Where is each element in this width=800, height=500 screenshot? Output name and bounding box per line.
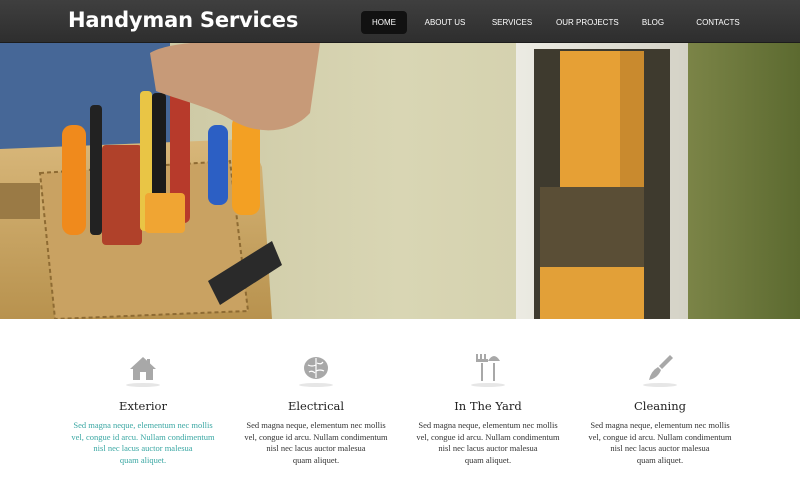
site-header: Handyman Services HOME ABOUT US SERVICES…: [0, 0, 800, 43]
feature-description: Sed magna neque, elementum nec mollis ve…: [580, 420, 740, 466]
nav-about-us[interactable]: ABOUT US: [420, 11, 470, 34]
feature-title: In The Yard: [454, 399, 522, 413]
feature-text-line: vel, congue id arcu. Nullam condimentum: [244, 431, 388, 442]
feature-text-line: vel, congue id arcu. Nullam condimentum: [71, 431, 215, 442]
house-icon: [126, 357, 160, 387]
feature-text-line: quam aliquet.: [119, 454, 167, 465]
feature-text-line: quam aliquet.: [636, 454, 684, 465]
feature-text-line: quam aliquet.: [464, 454, 512, 465]
feature-text-line: Sed magna neque, elementum nec mollis: [590, 420, 730, 430]
hero-image: [0, 43, 800, 319]
features-section: Exterior Sed magna neque, elementum nec …: [0, 319, 800, 500]
nav-our-projects[interactable]: OUR PROJECTS: [556, 11, 619, 34]
feature-text-line: Sed magna neque, elementum nec mollis: [246, 420, 386, 430]
feature-text-line: vel, congue id arcu. Nullam condimentum: [588, 431, 732, 442]
feature-text-line: nisl nec lacus auctor malesua: [266, 443, 366, 453]
feature-description: Sed magna neque, elementum nec mollis ve…: [63, 420, 223, 466]
feature-title: Electrical: [287, 399, 345, 413]
site-logo[interactable]: Handyman Services: [68, 8, 298, 32]
feature-title: Exterior: [119, 399, 167, 413]
paintbrush-icon: [643, 355, 677, 387]
feature-description: Sed magna neque, elementum nec mollis ve…: [408, 420, 568, 466]
feature-text-line: Sed magna neque, elementum nec mollis: [73, 420, 213, 430]
feature-text-line: quam aliquet.: [292, 454, 340, 465]
feature-text-line: vel, congue id arcu. Nullam condimentum: [416, 431, 560, 442]
feature-text-line: nisl nec lacus auctor malesua: [610, 443, 710, 453]
nav-blog[interactable]: BLOG: [638, 11, 668, 34]
garden-tools-icon: [471, 354, 505, 387]
feature-title: Cleaning: [634, 399, 686, 413]
nav-home[interactable]: HOME: [361, 11, 407, 34]
nav-contacts[interactable]: CONTACTS: [694, 11, 742, 34]
feature-text-line: nisl nec lacus auctor malesua: [93, 443, 193, 453]
feature-text-line: nisl nec lacus auctor malesua: [438, 443, 538, 453]
hero-banner: [0, 43, 800, 319]
brain-icon: [299, 357, 333, 387]
feature-text-line: Sed magna neque, elementum nec mollis: [418, 420, 558, 430]
nav-services[interactable]: SERVICES: [488, 11, 536, 34]
feature-description: Sed magna neque, elementum nec mollis ve…: [236, 420, 396, 466]
